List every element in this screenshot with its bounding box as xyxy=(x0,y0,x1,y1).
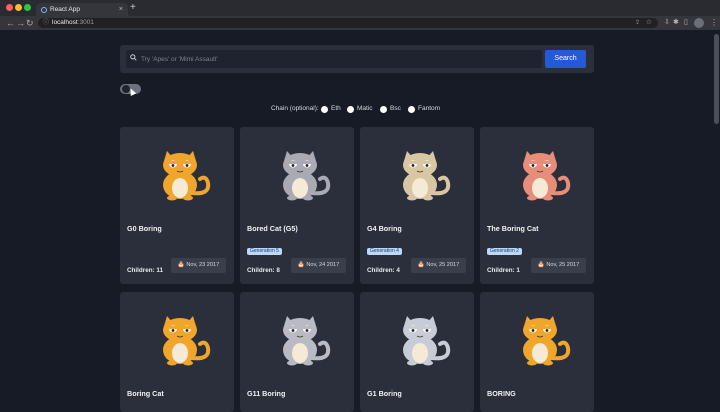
globe-icon xyxy=(41,6,47,13)
nft-card[interactable]: The Boring Cat Generation 2 Children: 1 🎂 N… xyxy=(480,127,594,284)
radio-bsc[interactable] xyxy=(380,105,387,113)
nft-card[interactable]: BORING xyxy=(480,292,594,412)
card-title: G4 Boring xyxy=(367,224,402,233)
radio-matic[interactable] xyxy=(347,105,354,113)
birth-date-text: Nov, 24 2017 xyxy=(306,262,340,268)
birth-date-text: Nov, 25 2017 xyxy=(426,262,460,268)
birth-date: 🎂 Nov, 23 2017 xyxy=(171,258,226,273)
card-title: G1 Boring xyxy=(367,389,402,398)
nft-card[interactable]: Boring Cat xyxy=(120,292,234,412)
browser-toolbar: ← → ↻ ⓘ localhost:3001 ⇪ ☆ ⇩ ✱ ▯ ⋮ xyxy=(0,16,720,30)
card-title: BORING xyxy=(487,389,516,398)
radio-label-fantom: Fantom xyxy=(418,105,441,112)
generation-badge: Generation 4 xyxy=(367,248,402,255)
children-count: Children: 1 xyxy=(487,267,520,274)
url-port: :3001 xyxy=(77,19,94,26)
cat-image xyxy=(403,151,451,201)
browser-tab[interactable]: React App × xyxy=(36,3,128,16)
download-icon[interactable]: ⇩ xyxy=(664,18,672,26)
new-tab-button[interactable]: + xyxy=(130,2,136,14)
children-count: Children: 11 xyxy=(127,267,164,274)
profile-avatar[interactable] xyxy=(694,18,704,28)
cat-image xyxy=(283,151,331,201)
tab-strip: React App × + xyxy=(0,0,720,16)
card-title: G11 Boring xyxy=(247,389,286,398)
address-bar[interactable]: ⓘ localhost:3001 ⇪ ☆ xyxy=(38,18,658,28)
cat-image xyxy=(523,151,571,201)
cat-image xyxy=(163,151,211,201)
nft-card[interactable]: G11 Boring xyxy=(240,292,354,412)
children-count: Children: 8 xyxy=(247,267,280,274)
page-scrollbar[interactable] xyxy=(714,34,719,124)
radio-fantom[interactable] xyxy=(408,105,415,113)
cat-image xyxy=(523,316,571,366)
tab-close-button[interactable]: × xyxy=(119,3,123,16)
browser-menu-icon[interactable]: ⋮ xyxy=(710,17,718,29)
birth-date-text: Nov, 25 2017 xyxy=(546,262,580,268)
card-title: G0 Boring xyxy=(127,224,162,233)
search-input[interactable] xyxy=(141,50,539,68)
radio-eth[interactable] xyxy=(321,105,328,113)
forward-arrow-icon[interactable]: → xyxy=(16,17,25,29)
chain-label: Chain (optional): xyxy=(271,105,319,112)
search-icon xyxy=(130,54,137,61)
card-title: Bored Cat (G5) xyxy=(247,224,298,233)
close-window-button[interactable] xyxy=(6,4,13,11)
birth-date: 🎂 Nov, 25 2017 xyxy=(411,258,466,273)
generation-badge: Generation 2 xyxy=(487,248,522,255)
site-info-icon[interactable]: ⓘ xyxy=(43,18,49,28)
card-title: The Boring Cat xyxy=(487,224,539,233)
nft-card[interactable]: G0 Boring Children: 11 🎂 Nov, 23 2017 xyxy=(120,127,234,284)
extensions-puzzle-icon[interactable]: ✱ xyxy=(673,18,681,26)
back-arrow-icon[interactable]: ← xyxy=(6,17,15,29)
radio-label-eth: Eth xyxy=(331,105,341,112)
radio-label-bsc: Bsc xyxy=(390,105,401,112)
nft-card[interactable]: Bored Cat (G5) Generation 5 Children: 8 🎂 N… xyxy=(240,127,354,284)
card-title: Boring Cat xyxy=(127,389,164,398)
search-button[interactable]: Search xyxy=(545,50,586,68)
generation-badge: Generation 5 xyxy=(247,248,282,255)
cat-image xyxy=(283,316,331,366)
birth-date-text: Nov, 23 2017 xyxy=(186,262,220,268)
cat-image xyxy=(403,316,451,366)
nft-card[interactable]: G4 Boring Generation 4 Children: 4 🎂 Nov, 2… xyxy=(360,127,474,284)
url-host: localhost xyxy=(52,19,78,26)
maximize-window-button[interactable] xyxy=(24,4,31,11)
minimize-window-button[interactable] xyxy=(15,4,22,11)
birth-date: 🎂 Nov, 25 2017 xyxy=(531,258,586,273)
tab-title: React App xyxy=(50,6,80,13)
sidebar-icon[interactable]: ▯ xyxy=(684,18,692,26)
search-bar: Search xyxy=(120,45,594,73)
cat-image xyxy=(163,316,211,366)
reload-icon[interactable]: ↻ xyxy=(26,17,34,29)
radio-label-matic: Matic xyxy=(357,105,373,112)
children-count: Children: 4 xyxy=(367,267,400,274)
share-icon[interactable]: ⇪ xyxy=(635,18,640,28)
url-text: localhost:3001 xyxy=(52,18,94,28)
bookmark-star-icon[interactable]: ☆ xyxy=(646,18,652,28)
browser-chrome: React App × + ← → ↻ ⓘ localhost:3001 ⇪ ☆… xyxy=(0,0,720,30)
birth-date: 🎂 Nov, 24 2017 xyxy=(291,258,346,273)
nft-card[interactable]: G1 Boring xyxy=(360,292,474,412)
